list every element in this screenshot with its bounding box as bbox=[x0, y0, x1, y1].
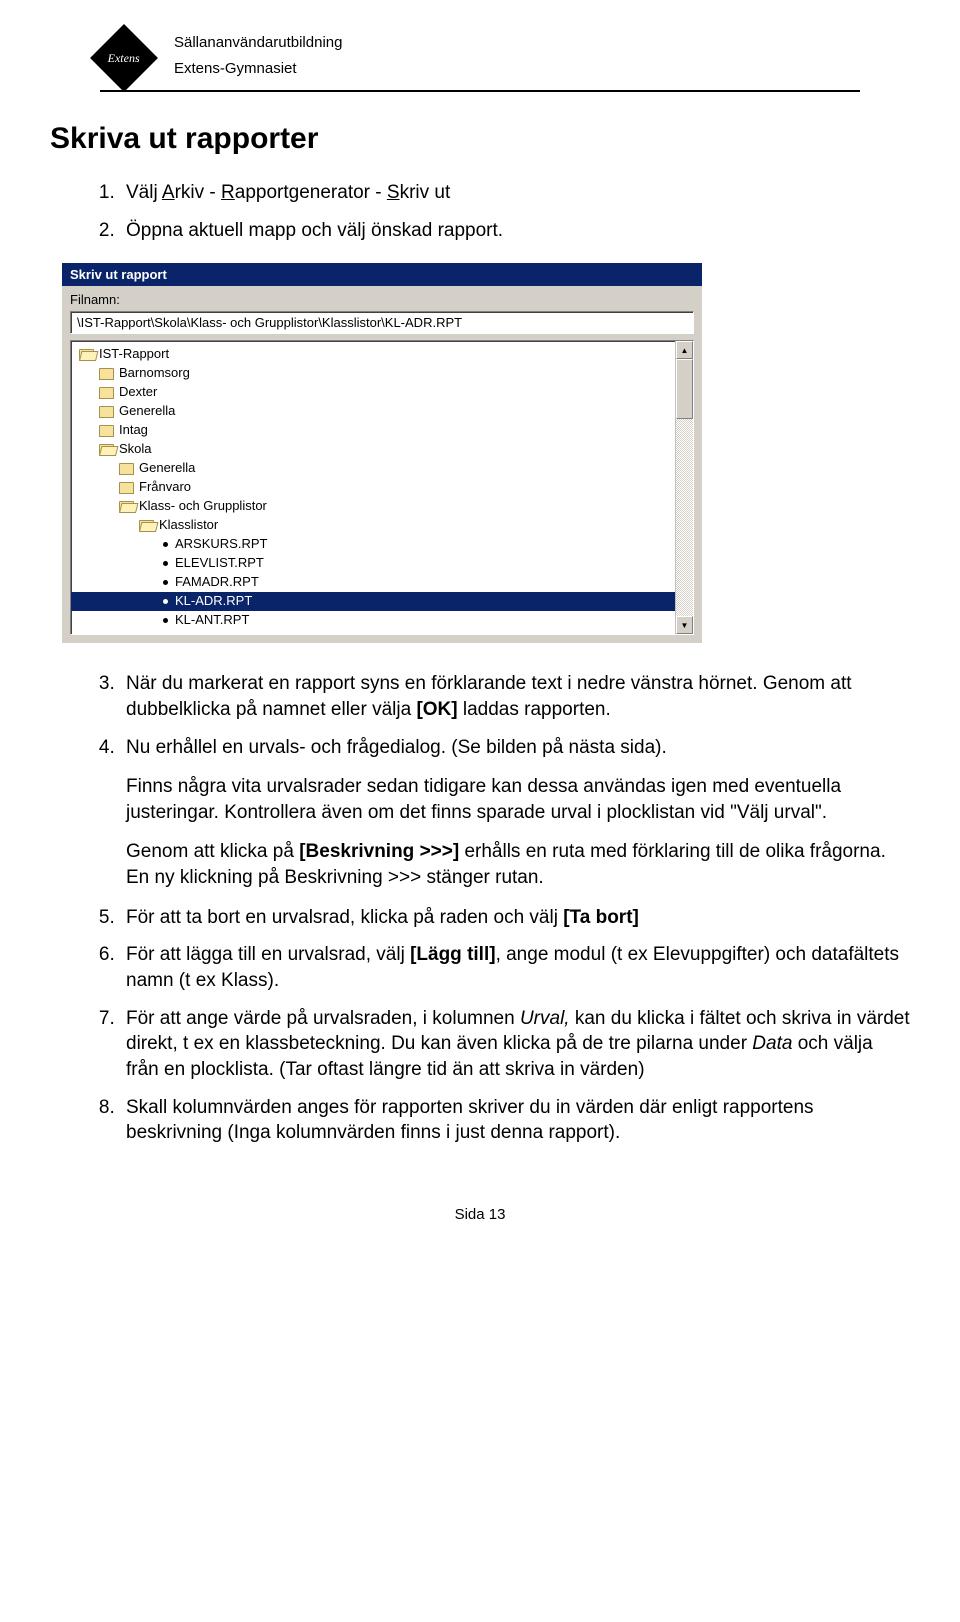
tree-item[interactable]: KL-ADR.RPT bbox=[71, 592, 675, 611]
tree-item[interactable]: ARSKURS.RPT bbox=[71, 535, 675, 554]
tree-item-label: Barnomsorg bbox=[119, 364, 190, 383]
tree-item-label: Generella bbox=[139, 459, 195, 478]
tree-item-label: Klasslistor bbox=[159, 516, 218, 535]
file-icon bbox=[163, 561, 168, 566]
file-icon bbox=[163, 599, 168, 604]
folder-icon bbox=[99, 425, 114, 437]
step-2: Öppna aktuell mapp och välj önskad rappo… bbox=[120, 218, 910, 244]
tree-item-label: IST-Rapport bbox=[99, 345, 169, 364]
tree-item-label: KL-ADR.RPT bbox=[175, 592, 252, 611]
tree-item[interactable]: Intag bbox=[71, 421, 675, 440]
file-icon bbox=[163, 618, 168, 623]
step-5: För att ta bort en urvalsrad, klicka på … bbox=[120, 905, 910, 931]
tree-item-label: Dexter bbox=[119, 383, 157, 402]
instruction-list: Välj Arkiv - Rapportgenerator - Skriv ut… bbox=[50, 180, 910, 243]
tree-item[interactable]: Frånvaro bbox=[71, 478, 675, 497]
tree-item[interactable]: Barnomsorg bbox=[71, 364, 675, 383]
tree-item-label: ARSKURS.RPT bbox=[175, 535, 267, 554]
step-6: För att lägga till en urvalsrad, välj [L… bbox=[120, 942, 910, 993]
step-1: Välj Arkiv - Rapportgenerator - Skriv ut bbox=[120, 180, 910, 206]
tree-item[interactable]: KL-ANT.RPT bbox=[71, 611, 675, 630]
header-line-2: Extens-Gymnasiet bbox=[174, 56, 342, 82]
step-4-note-1: Finns några vita urvalsrader sedan tidig… bbox=[126, 774, 910, 825]
scroll-down-button[interactable]: ▼ bbox=[676, 616, 693, 634]
file-icon bbox=[163, 580, 168, 585]
tree-item[interactable]: ELEVLIST.RPT bbox=[71, 554, 675, 573]
tree-item-label: KL-ANT.RPT bbox=[175, 611, 249, 630]
print-report-dialog: Skriv ut rapport Filnamn: \IST-Rapport\S… bbox=[62, 263, 702, 643]
tree-item[interactable]: Klass- och Grupplistor bbox=[71, 497, 675, 516]
folder-icon bbox=[99, 387, 114, 399]
scroll-thumb[interactable] bbox=[676, 359, 693, 419]
step-4-note-2: Genom att klicka på [Beskrivning >>>] er… bbox=[126, 839, 910, 890]
filename-label: Filnamn: bbox=[70, 292, 694, 307]
step-3: När du markerat en rapport syns en förkl… bbox=[120, 671, 910, 722]
tree-item-label: Frånvaro bbox=[139, 478, 191, 497]
page-footer: Sida 13 bbox=[50, 1206, 910, 1223]
filename-field[interactable]: \IST-Rapport\Skola\Klass- och Grupplisto… bbox=[70, 311, 694, 334]
tree-item[interactable]: Generella bbox=[71, 402, 675, 421]
tree-item[interactable]: IST-Rapport bbox=[71, 345, 675, 364]
vertical-scrollbar[interactable]: ▲ ▼ bbox=[675, 341, 693, 634]
step-8: Skall kolumnvärden anges för rapporten s… bbox=[120, 1095, 910, 1146]
tree-item-label: ELEVLIST.RPT bbox=[175, 554, 264, 573]
folder-open-icon bbox=[119, 501, 134, 513]
header-line-1: Sällananvändarutbildning bbox=[174, 30, 342, 56]
logo-text: Extens bbox=[108, 51, 140, 66]
folder-open-icon bbox=[139, 520, 154, 532]
tree-item[interactable]: Skola bbox=[71, 440, 675, 459]
step-7: För att ange värde på urvalsraden, i kol… bbox=[120, 1006, 910, 1083]
folder-tree[interactable]: IST-RapportBarnomsorgDexterGenerellaInta… bbox=[71, 341, 675, 634]
tree-item[interactable]: Dexter bbox=[71, 383, 675, 402]
page-title: Skriva ut rapporter bbox=[50, 122, 910, 156]
dialog-titlebar[interactable]: Skriv ut rapport bbox=[62, 263, 702, 286]
folder-icon bbox=[99, 406, 114, 418]
tree-item[interactable]: FAMADR.RPT bbox=[71, 573, 675, 592]
folder-open-icon bbox=[79, 349, 94, 361]
tree-item-label: Skola bbox=[119, 440, 152, 459]
tree-item-label: Klass- och Grupplistor bbox=[139, 497, 267, 516]
tree-item-label: Intag bbox=[119, 421, 148, 440]
tree-item[interactable]: Generella bbox=[71, 459, 675, 478]
tree-item[interactable]: Klasslistor bbox=[71, 516, 675, 535]
file-icon bbox=[163, 542, 168, 547]
instruction-list-continued: När du markerat en rapport syns en förkl… bbox=[50, 671, 910, 1146]
extens-logo: Extens bbox=[90, 24, 158, 92]
folder-tree-container: IST-RapportBarnomsorgDexterGenerellaInta… bbox=[70, 340, 694, 635]
document-header: Extens Sällananvändarutbildning Extens-G… bbox=[100, 30, 910, 82]
tree-item-label: Generella bbox=[119, 402, 175, 421]
folder-icon bbox=[119, 482, 134, 494]
header-divider bbox=[100, 90, 860, 92]
step-4: Nu erhållel en urvals- och frågedialog. … bbox=[120, 735, 910, 891]
scroll-track[interactable] bbox=[676, 359, 693, 616]
folder-open-icon bbox=[99, 444, 114, 456]
tree-item-label: FAMADR.RPT bbox=[175, 573, 259, 592]
scroll-up-button[interactable]: ▲ bbox=[676, 341, 693, 359]
folder-icon bbox=[119, 463, 134, 475]
folder-icon bbox=[99, 368, 114, 380]
